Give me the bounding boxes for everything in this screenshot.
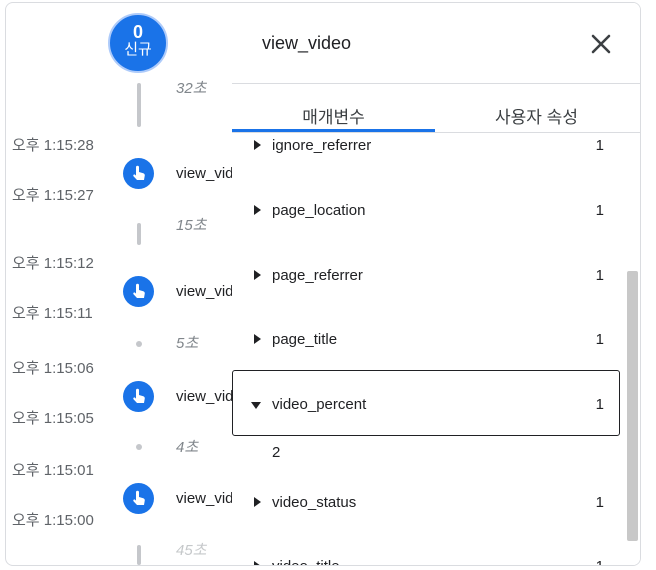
param-count: 1	[595, 267, 604, 284]
triangle-right-icon	[254, 561, 261, 565]
param-row-video-title[interactable]: video_title 1	[232, 555, 626, 565]
panel-title: view_video	[262, 33, 352, 53]
timeline-segment	[137, 545, 141, 565]
new-users-badge[interactable]: 0 신규	[108, 13, 168, 73]
duration-label: 4초	[176, 439, 199, 456]
param-row-video-percent[interactable]: video_percent 1	[232, 393, 626, 423]
duration-label: 15초	[176, 217, 207, 234]
param-name: page_referrer	[272, 267, 363, 284]
param-name: video_status	[272, 494, 357, 511]
triangle-right-icon	[254, 334, 261, 344]
parameter-list: ignore_referrer 1 page_location 1 page_r…	[232, 134, 626, 565]
param-row-page-title[interactable]: page_title 1	[232, 328, 626, 358]
scrollbar-thumb[interactable]	[627, 271, 638, 541]
param-row-page-location[interactable]: page_location 1	[232, 199, 626, 229]
timestamp: 오후 1:15:06	[12, 360, 94, 377]
badge-count: 0	[132, 22, 143, 42]
timestamp: 오후 1:15:05	[12, 410, 94, 427]
tab-label: 매개변수	[302, 108, 365, 127]
param-count: 1	[595, 396, 604, 413]
timestamp: 오후 1:15:27	[12, 187, 94, 204]
tab-label: 사용자 속성	[495, 108, 578, 127]
duration-label: 5초	[176, 335, 199, 352]
event-name[interactable]: view_video	[176, 283, 233, 300]
param-count: 1	[596, 558, 604, 565]
param-count: 1	[595, 331, 604, 348]
touch-icon[interactable]	[123, 276, 154, 307]
timestamp: 오후 1:15:28	[12, 137, 94, 154]
timestamp: 오후 1:15:00	[12, 512, 94, 529]
param-count: 1	[595, 137, 604, 154]
param-value: 2	[272, 444, 281, 461]
duration-label: 45초	[176, 542, 207, 559]
param-row-video-status[interactable]: video_status 1	[232, 491, 626, 521]
touch-icon[interactable]	[123, 158, 154, 189]
event-name[interactable]: view_video	[176, 388, 233, 405]
timestamp: 오후 1:15:11	[12, 305, 93, 322]
touch-icon[interactable]	[123, 483, 154, 514]
duration-label: 32초	[176, 80, 207, 97]
param-name: page_location	[272, 202, 366, 219]
param-count: 1	[595, 494, 604, 511]
touch-icon[interactable]	[123, 381, 154, 412]
triangle-right-icon	[254, 270, 261, 280]
param-name: video_percent	[272, 396, 367, 413]
param-row-page-referrer[interactable]: page_referrer 1	[232, 264, 626, 294]
event-name[interactable]: view_video	[176, 165, 233, 182]
tab-user-properties[interactable]: 사용자 속성	[435, 103, 638, 133]
timestamp: 오후 1:15:12	[12, 255, 94, 272]
timeline-segment	[137, 83, 141, 127]
triangle-down-icon	[251, 402, 261, 409]
triangle-right-icon	[254, 497, 261, 507]
event-details-panel: view_video 매개변수 사용자 속성 ignore_referrer 1…	[232, 3, 640, 565]
param-name: video_title	[272, 558, 340, 565]
triangle-right-icon	[254, 140, 261, 150]
event-name[interactable]: view_video	[176, 490, 233, 507]
divider	[232, 83, 640, 84]
param-name: page_title	[272, 331, 338, 348]
param-name: ignore_referrer	[272, 137, 372, 154]
timeline-segment	[137, 223, 141, 245]
badge-label: 신규	[124, 41, 152, 58]
timestamp: 오후 1:15:01	[12, 462, 94, 479]
triangle-right-icon	[254, 205, 261, 215]
param-count: 1	[595, 202, 604, 219]
timeline-dot	[136, 444, 142, 450]
divider	[232, 132, 640, 133]
close-icon[interactable]	[586, 29, 616, 59]
param-row-ignore-referrer[interactable]: ignore_referrer 1	[232, 134, 626, 164]
timeline-dot	[136, 341, 142, 347]
event-detail-card: 0 신규 32초 오후 1:15:28 view_video 오후 1:15:2…	[5, 2, 641, 566]
